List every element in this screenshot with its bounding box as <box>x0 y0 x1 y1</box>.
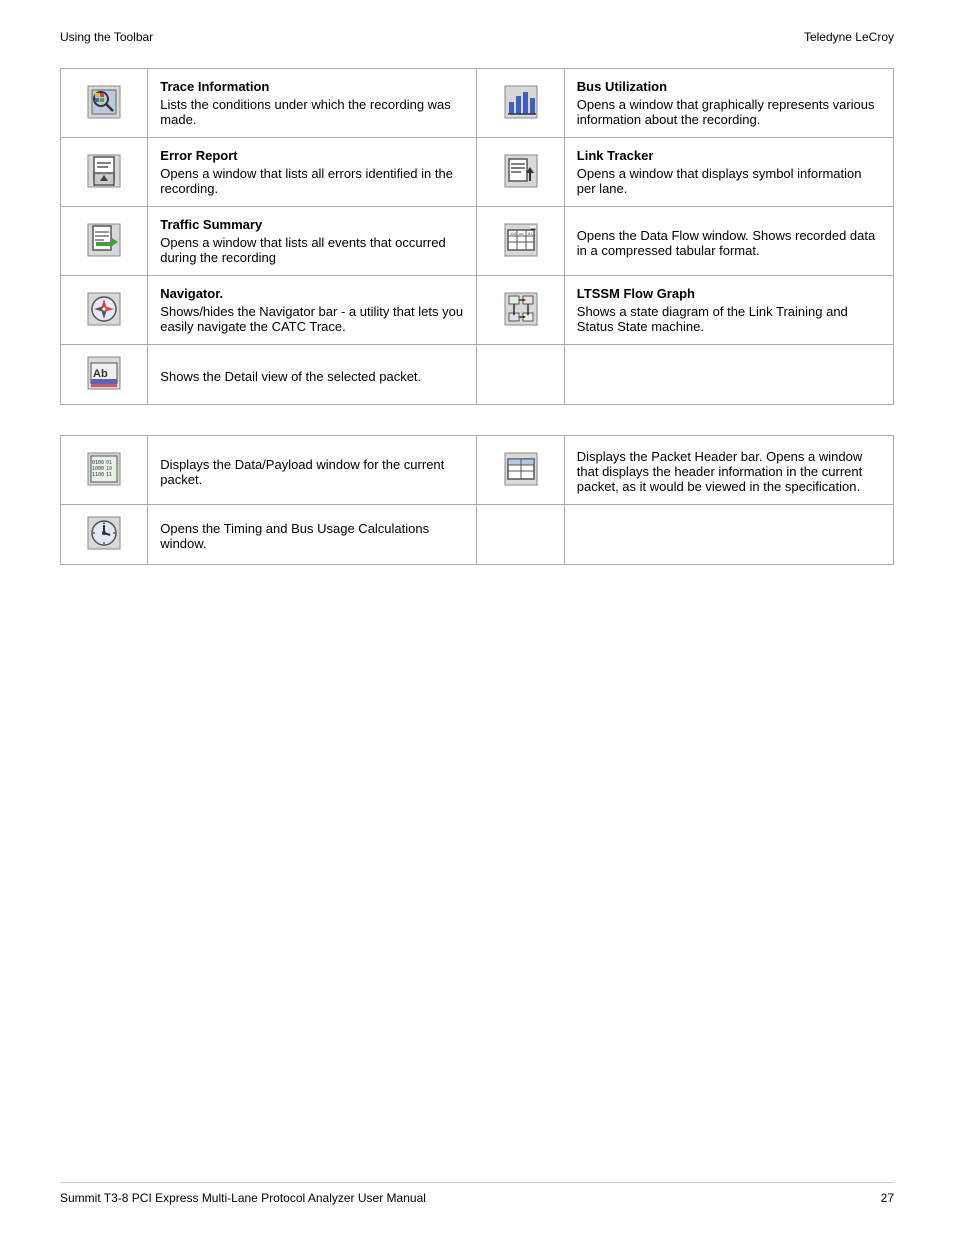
traffic-summary-icon <box>86 222 122 258</box>
ltssm-icon-cell <box>477 276 564 345</box>
navigator-desc: Navigator. Shows/hides the Navigator bar… <box>148 276 477 345</box>
data-flow-icon-cell: 110 no 01 <box>477 207 564 276</box>
timing-bus-icon <box>86 515 122 551</box>
detail-view-icon: Ab <box>86 355 122 391</box>
ltssm-body: Shows a state diagram of the Link Traini… <box>577 304 881 334</box>
error-report-body: Opens a window that lists all errors ide… <box>160 166 464 196</box>
link-tracker-title: Link Tracker <box>577 148 881 163</box>
svg-text:11: 11 <box>106 472 112 478</box>
link-tracker-desc: Link Tracker Opens a window that display… <box>564 138 893 207</box>
data-flow-icon: 110 no 01 <box>503 222 539 258</box>
page-header: Using the Toolbar Teledyne LeCroy <box>60 30 894 44</box>
empty-icon-cell-row2t2 <box>477 505 564 565</box>
trace-info-icon-cell <box>61 69 148 138</box>
data-payload-icon: 0100 1000 1100 01 10 11 <box>86 451 122 487</box>
packet-header-icon <box>503 451 539 487</box>
error-report-icon-cell <box>61 138 148 207</box>
timing-bus-desc: Opens the Timing and Bus Usage Calculati… <box>148 505 477 565</box>
trace-info-desc: Trace Information Lists the conditions u… <box>148 69 477 138</box>
ltssm-title: LTSSM Flow Graph <box>577 286 881 301</box>
traffic-summary-icon-cell <box>61 207 148 276</box>
empty-desc-row5 <box>564 345 893 405</box>
footer-left: Summit T3-8 PCI Express Multi-Lane Proto… <box>60 1191 426 1205</box>
error-report-icon <box>86 153 122 189</box>
timing-bus-body: Opens the Timing and Bus Usage Calculati… <box>160 521 464 551</box>
timing-bus-icon-cell <box>61 505 148 565</box>
empty-icon-cell-row5 <box>477 345 564 405</box>
table-row: Traffic Summary Opens a window that list… <box>61 207 894 276</box>
table-row: Ab Shows the Detail view of the selected… <box>61 345 894 405</box>
header-right: Teledyne LeCroy <box>804 30 894 44</box>
detail-view-body: Shows the Detail view of the selected pa… <box>160 369 464 384</box>
link-tracker-icon <box>503 153 539 189</box>
traffic-summary-title: Traffic Summary <box>160 217 464 232</box>
packet-header-body: Displays the Packet Header bar. Opens a … <box>577 449 881 494</box>
data-flow-body: Opens the Data Flow window. Shows record… <box>577 228 881 258</box>
svg-text:110: 110 <box>510 231 517 236</box>
bus-util-body: Opens a window that graphically represen… <box>577 97 881 127</box>
main-table: Trace Information Lists the conditions u… <box>60 68 894 405</box>
traffic-summary-body: Opens a window that lists all events tha… <box>160 235 464 265</box>
table-row: Error Report Opens a window that lists a… <box>61 138 894 207</box>
empty-desc-row2t2 <box>564 505 893 565</box>
navigator-icon-cell <box>61 276 148 345</box>
table-row: Trace Information Lists the conditions u… <box>61 69 894 138</box>
table-row: Opens the Timing and Bus Usage Calculati… <box>61 505 894 565</box>
trace-info-title: Trace Information <box>160 79 464 94</box>
navigator-icon <box>86 291 122 327</box>
page-footer: Summit T3-8 PCI Express Multi-Lane Proto… <box>60 1182 894 1205</box>
header-left: Using the Toolbar <box>60 30 153 44</box>
error-report-title: Error Report <box>160 148 464 163</box>
footer-right: 27 <box>881 1191 894 1205</box>
data-payload-desc: Displays the Data/Payload window for the… <box>148 436 477 505</box>
navigator-body: Shows/hides the Navigator bar - a utilit… <box>160 304 464 334</box>
bus-util-icon <box>503 84 539 120</box>
bus-util-title: Bus Utilization <box>577 79 881 94</box>
second-table: 0100 1000 1100 01 10 11 Displays the Dat… <box>60 435 894 565</box>
ltssm-desc: LTSSM Flow Graph Shows a state diagram o… <box>564 276 893 345</box>
svg-text:1100: 1100 <box>92 472 104 478</box>
svg-text:01: 01 <box>528 231 533 236</box>
trace-info-body: Lists the conditions under which the rec… <box>160 97 464 127</box>
ltssm-icon <box>503 291 539 327</box>
svg-text:no: no <box>519 231 524 236</box>
link-tracker-icon-cell <box>477 138 564 207</box>
bus-util-icon-cell <box>477 69 564 138</box>
table-row: 0100 1000 1100 01 10 11 Displays the Dat… <box>61 436 894 505</box>
data-flow-desc: Opens the Data Flow window. Shows record… <box>564 207 893 276</box>
bus-util-desc: Bus Utilization Opens a window that grap… <box>564 69 893 138</box>
error-report-desc: Error Report Opens a window that lists a… <box>148 138 477 207</box>
navigator-title: Navigator. <box>160 286 464 301</box>
detail-view-icon-cell: Ab <box>61 345 148 405</box>
packet-header-icon-cell <box>477 436 564 505</box>
table-row: Navigator. Shows/hides the Navigator bar… <box>61 276 894 345</box>
traffic-summary-desc: Traffic Summary Opens a window that list… <box>148 207 477 276</box>
trace-info-icon <box>86 84 122 120</box>
data-payload-icon-cell: 0100 1000 1100 01 10 11 <box>61 436 148 505</box>
packet-header-desc: Displays the Packet Header bar. Opens a … <box>564 436 893 505</box>
link-tracker-body: Opens a window that displays symbol info… <box>577 166 881 196</box>
svg-text:Ab: Ab <box>93 368 108 380</box>
data-payload-body: Displays the Data/Payload window for the… <box>160 457 464 487</box>
detail-view-desc: Shows the Detail view of the selected pa… <box>148 345 477 405</box>
